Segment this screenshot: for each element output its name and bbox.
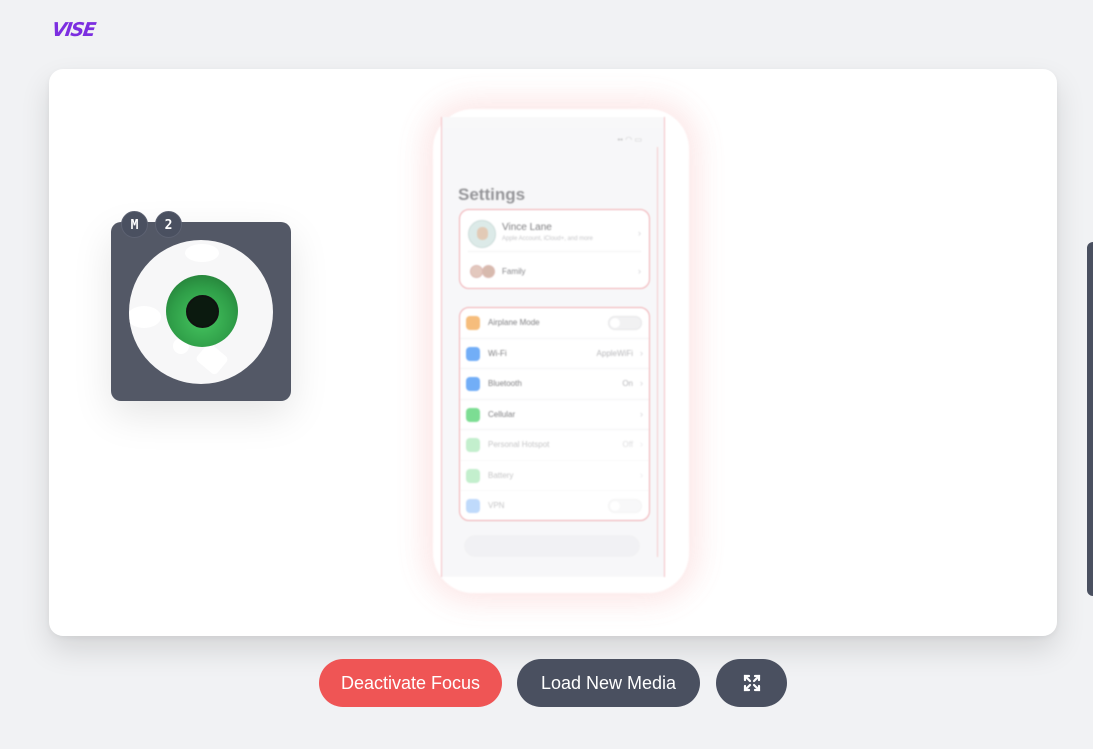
settings-row-label: Wi-Fi bbox=[488, 348, 507, 358]
chevron-right-icon: › bbox=[640, 469, 643, 480]
search-pill bbox=[464, 535, 640, 557]
eye-icon bbox=[129, 240, 273, 384]
eye-highlight bbox=[194, 342, 230, 376]
chevron-right-icon: › bbox=[638, 228, 641, 238]
settings-row-label: Personal Hotspot bbox=[488, 440, 550, 449]
chevron-right-icon: › bbox=[640, 439, 643, 449]
expand-icon bbox=[743, 674, 760, 692]
mode-badge: M bbox=[121, 211, 148, 238]
settings-row-icon bbox=[466, 468, 480, 483]
chevron-right-icon: › bbox=[638, 266, 641, 276]
settings-row: Cellular › bbox=[460, 400, 649, 430]
deactivate-focus-button[interactable]: Deactivate Focus bbox=[319, 659, 502, 707]
settings-row-icon bbox=[466, 346, 480, 361]
eye-pupil bbox=[186, 295, 219, 328]
settings-row-value: Off bbox=[622, 440, 633, 449]
settings-row-label: Battery bbox=[488, 470, 514, 480]
avatar bbox=[468, 220, 496, 248]
settings-row: VPN bbox=[460, 491, 649, 522]
connectivity-group: Airplane Mode Wi-Fi AppleWiFi › Bluetooth On ›… bbox=[459, 307, 650, 522]
media-stage: ▪▪ ◠ ▭ Settings Vince Lane Apple Account… bbox=[49, 69, 1057, 636]
status-bar-icons: ▪▪ ◠ ▭ bbox=[617, 135, 642, 144]
settings-row-value: AppleWiFi bbox=[596, 348, 633, 358]
side-panel-handle[interactable] bbox=[1087, 242, 1093, 596]
fullscreen-button[interactable] bbox=[716, 659, 787, 707]
settings-row: Personal Hotspot Off › bbox=[460, 430, 649, 461]
load-new-media-button[interactable]: Load New Media bbox=[517, 659, 700, 707]
settings-row-icon bbox=[466, 438, 480, 452]
count-badge: 2 bbox=[155, 211, 182, 238]
family-label: Family bbox=[502, 267, 526, 276]
focus-widget[interactable] bbox=[111, 222, 291, 401]
chevron-right-icon: › bbox=[640, 347, 643, 358]
settings-row: Wi-Fi AppleWiFi › bbox=[460, 339, 649, 369]
phone-screenshot: ▪▪ ◠ ▭ Settings Vince Lane Apple Account… bbox=[441, 117, 681, 577]
settings-row: Battery › bbox=[460, 461, 649, 491]
account-group: Vince Lane Apple Account, iCloud+, and m… bbox=[459, 209, 650, 289]
chevron-right-icon: › bbox=[640, 408, 643, 419]
settings-row-icon bbox=[466, 499, 480, 513]
eye-iris bbox=[166, 275, 238, 347]
settings-row-label: VPN bbox=[488, 501, 505, 510]
vise-logo: VISE bbox=[50, 19, 96, 41]
phone-frame: ▪▪ ◠ ▭ Settings Vince Lane Apple Account… bbox=[441, 117, 665, 577]
settings-row-label: Cellular bbox=[488, 409, 516, 419]
family-avatar bbox=[482, 265, 495, 278]
settings-row-value: On bbox=[622, 379, 633, 388]
family-row: Family › bbox=[468, 260, 641, 282]
settings-row-label: Bluetooth bbox=[488, 379, 522, 388]
eye-highlight bbox=[129, 306, 161, 328]
settings-row-icon bbox=[466, 407, 480, 422]
account-subtitle: Apple Account, iCloud+, and more bbox=[502, 236, 593, 242]
settings-title: Settings bbox=[458, 185, 526, 204]
account-name: Vince Lane bbox=[502, 222, 552, 233]
account-row: Vince Lane Apple Account, iCloud+, and m… bbox=[468, 218, 641, 252]
toggle-switch bbox=[608, 316, 642, 330]
settings-row-label: Airplane Mode bbox=[488, 318, 540, 327]
settings-row: Airplane Mode bbox=[460, 308, 649, 339]
settings-row: Bluetooth On › bbox=[460, 369, 649, 400]
settings-row-icon bbox=[466, 316, 480, 330]
settings-row-icon bbox=[466, 377, 480, 391]
chevron-right-icon: › bbox=[640, 378, 643, 388]
toggle-switch bbox=[608, 499, 642, 513]
eye-highlight bbox=[185, 244, 219, 262]
